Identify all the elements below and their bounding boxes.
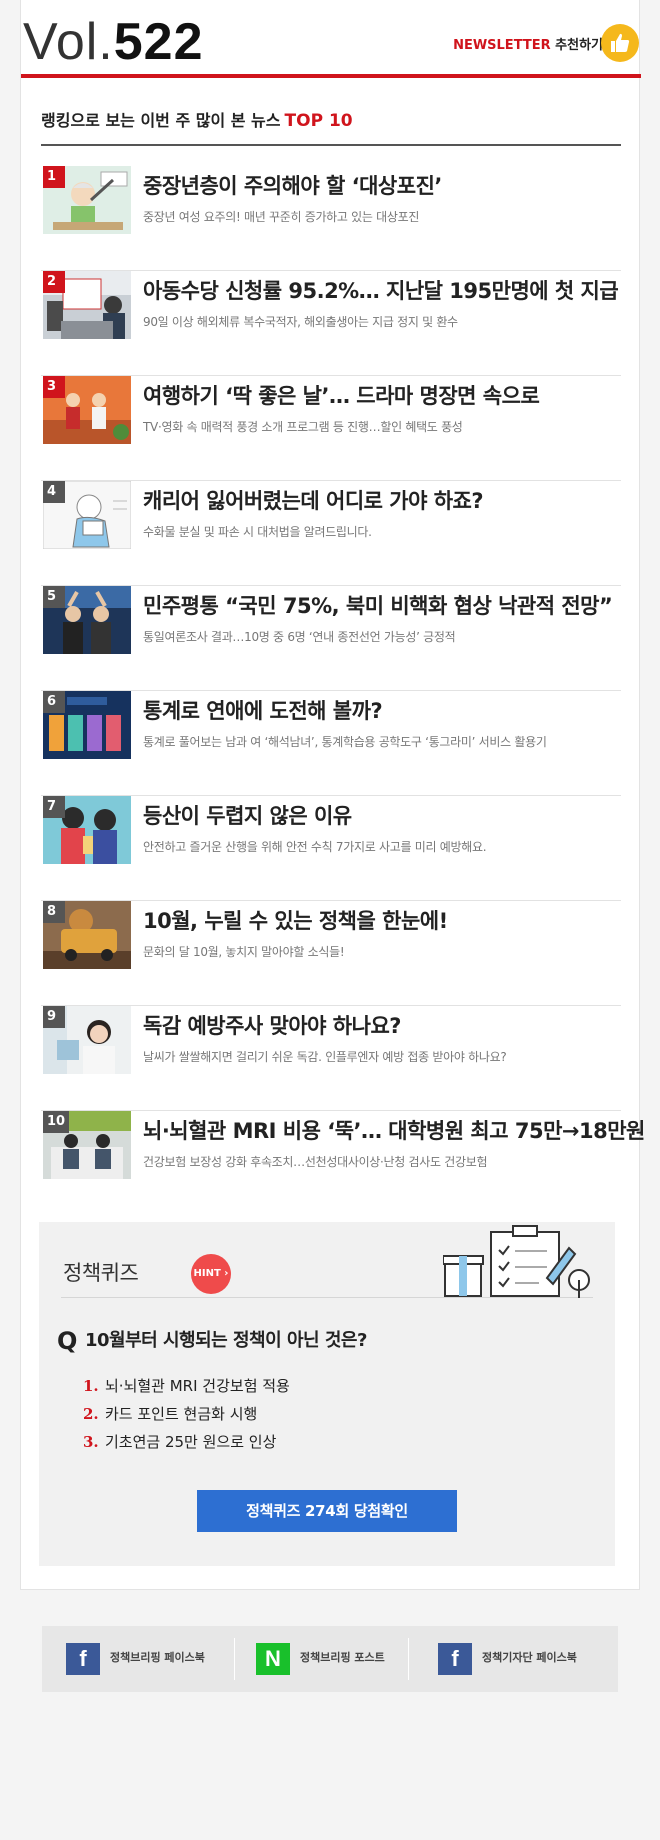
quiz-title: 정책퀴즈 <box>63 1261 139 1285</box>
option-text: 뇌·뇌혈관 MRI 건강보험 적용 <box>105 1377 290 1395</box>
rank-badge: 1 <box>43 166 65 188</box>
news-summary: 통일여론조사 결과…10명 중 6명 ‘연내 종전선언 가능성’ 긍정적 <box>143 630 456 644</box>
option-number: 3. <box>83 1433 99 1451</box>
quiz-option: 3. 기초연금 25만 원으로 인상 <box>83 1430 276 1454</box>
quiz-result-button[interactable]: 정책퀴즈 274회 당첨확인 <box>197 1490 457 1532</box>
rank-badge: 7 <box>43 796 65 818</box>
volume-label: Vol. <box>23 13 114 71</box>
rank-badge: 5 <box>43 586 65 608</box>
newsletter-header: Vol.522 NEWSLETTER 추천하기 <box>21 0 641 78</box>
news-summary: 문화의 달 10월, 놓치지 말아야할 소식들! <box>143 945 345 959</box>
news-headline[interactable]: 민주평통 “국민 75%, 북미 비핵화 협상 낙관적 전망” <box>143 592 623 620</box>
news-item[interactable]: 8 10월, 누릴 수 있는 정책을 한눈에! 문화의 달 10월, 놓치지 말… <box>41 901 621 1006</box>
news-summary: TV·영화 속 매력적 풍경 소개 프로그램 등 진행…할인 혜택도 풍성 <box>143 420 463 434</box>
newsletter-label: NEWSLETTER <box>453 38 551 53</box>
facebook-icon: f <box>438 1643 472 1675</box>
option-number: 2. <box>83 1405 99 1423</box>
ranking-title: 랭킹으로 보는 이번 주 많이 본 뉴스 <box>41 111 281 130</box>
rank-badge: 3 <box>43 376 65 398</box>
quiz-option: 1. 뇌·뇌혈관 MRI 건강보험 적용 <box>83 1374 290 1398</box>
news-summary: 중장년 여성 요주의! 매년 꾸준히 증가하고 있는 대상포진 <box>143 210 420 224</box>
divider <box>408 1638 409 1680</box>
question-text: 10월부터 시행되는 정책이 아닌 것은? <box>85 1330 367 1351</box>
news-item[interactable]: 4 캐리어 잃어버렸는데 어디로 가야 하죠? 수화물 분실 및 파손 시 대처… <box>41 481 621 586</box>
volume-number: 522 <box>113 13 204 71</box>
quiz-option: 2. 카드 포인트 현금화 시행 <box>83 1402 257 1426</box>
rank-badge: 10 <box>43 1111 70 1133</box>
news-item[interactable]: 6 통계로 연애에 도전해 볼까? 통계로 풀어보는 남과 여 ‘해석남녀’, … <box>41 691 621 796</box>
option-text: 카드 포인트 현금화 시행 <box>105 1405 258 1423</box>
news-summary: 건강보험 보장성 강화 후속조치…선천성대사이상·난청 검사도 건강보험 <box>143 1155 488 1169</box>
ranking-section-title: 랭킹으로 보는 이번 주 많이 본 뉴스 TOP 10 <box>41 110 621 146</box>
news-headline[interactable]: 등산이 두렵지 않은 이유 <box>143 802 623 830</box>
news-headline[interactable]: 중장년층이 주의해야 할 ‘대상포진’ <box>143 172 623 200</box>
news-summary: 안전하고 즐거운 산행을 위해 안전 수칙 7가지로 사고를 미리 예방해요. <box>143 840 487 854</box>
top10-badge: TOP 10 <box>284 111 353 131</box>
news-headline[interactable]: 10월, 누릴 수 있는 정책을 한눈에! <box>143 907 623 935</box>
social-label: 정책브리핑 포스트 <box>300 1651 385 1664</box>
news-item[interactable]: 7 등산이 두렵지 않은 이유 안전하고 즐거운 산행을 위해 안전 수칙 7가… <box>41 796 621 901</box>
social-links-bar: f 정책브리핑 페이스북 N 정책브리핑 포스트 f 정책기자단 페이스북 <box>42 1626 618 1692</box>
news-headline[interactable]: 여행하기 ‘딱 좋은 날’… 드라마 명장면 속으로 <box>143 382 623 410</box>
rank-badge: 8 <box>43 901 65 923</box>
news-headline[interactable]: 통계로 연애에 도전해 볼까? <box>143 697 623 725</box>
option-text: 기초연금 25만 원으로 인상 <box>105 1433 277 1451</box>
news-summary: 통계로 풀어보는 남과 여 ‘해석남녀’, 통계학습용 공학도구 ‘통그라미’ … <box>143 735 547 749</box>
newsletter-card: Vol.522 NEWSLETTER 추천하기 랭킹으로 보는 이번 주 많이 … <box>20 0 645 1590</box>
news-item[interactable]: 5 민주평통 “국민 75%, 북미 비핵화 협상 낙관적 전망” 통일여론조사… <box>41 586 621 691</box>
rank-badge: 2 <box>43 271 65 293</box>
news-item[interactable]: 9 독감 예방주사 맞아야 하나요? 날씨가 쌀쌀해지면 걸리기 쉬운 독감. … <box>41 1006 621 1111</box>
hint-label: HINT <box>193 1268 221 1279</box>
social-label: 정책브리핑 페이스북 <box>110 1651 205 1664</box>
checklist-illustration-icon <box>442 1218 593 1302</box>
naver-post-icon: N <box>256 1643 290 1675</box>
news-item[interactable]: 2 아동수당 신청률 95.2%… 지난달 195만명에 첫 지급 90일 이상… <box>41 271 621 376</box>
policy-quiz: 정책퀴즈 HINT › Q 10월부터 시행되는 정책이 아닌 것은? 1. 뇌… <box>39 1222 615 1566</box>
news-summary: 90일 이상 해외체류 복수국적자, 해외출생아는 지급 정지 및 환수 <box>143 315 458 329</box>
question-mark: Q <box>57 1327 78 1355</box>
news-item[interactable]: 10 뇌·뇌혈관 MRI 비용 ‘뚝’… 대학병원 최고 75만→18만원 건강… <box>41 1111 645 1216</box>
facebook-icon: f <box>66 1643 100 1675</box>
news-summary: 날씨가 쌀쌀해지면 걸리기 쉬운 독감. 인플루엔자 예방 접종 받아야 하나요… <box>143 1050 507 1064</box>
rank-badge: 9 <box>43 1006 65 1028</box>
news-headline[interactable]: 뇌·뇌혈관 MRI 비용 ‘뚝’… 대학병원 최고 75만→18만원 <box>143 1117 645 1145</box>
news-item[interactable]: 3 여행하기 ‘딱 좋은 날’… 드라마 명장면 속으로 TV·영화 속 매력적… <box>41 376 621 481</box>
thumbs-up-icon[interactable] <box>601 24 639 62</box>
news-summary: 수화물 분실 및 파손 시 대처법을 알려드립니다. <box>143 525 372 539</box>
rank-badge: 6 <box>43 691 65 713</box>
option-number: 1. <box>83 1377 99 1395</box>
rank-badge: 4 <box>43 481 65 503</box>
volume-title: Vol.522 <box>23 14 204 70</box>
news-headline[interactable]: 독감 예방주사 맞아야 하나요? <box>143 1012 623 1040</box>
divider <box>234 1638 235 1680</box>
recommend-label: 추천하기 <box>555 38 603 53</box>
news-item[interactable]: 1 중장년층이 주의해야 할 ‘대상포진’ 중장년 여성 요주의! 매년 꾸준히… <box>41 166 621 271</box>
hint-button[interactable]: HINT › <box>191 1254 231 1294</box>
quiz-header: 정책퀴즈 HINT › <box>61 1225 593 1298</box>
news-headline[interactable]: 캐리어 잃어버렸는데 어디로 가야 하죠? <box>143 487 623 515</box>
social-label: 정책기자단 페이스북 <box>482 1651 577 1664</box>
newsletter-recommend-link[interactable]: NEWSLETTER 추천하기 <box>453 38 603 54</box>
news-headline[interactable]: 아동수당 신청률 95.2%… 지난달 195만명에 첫 지급 <box>143 277 623 305</box>
